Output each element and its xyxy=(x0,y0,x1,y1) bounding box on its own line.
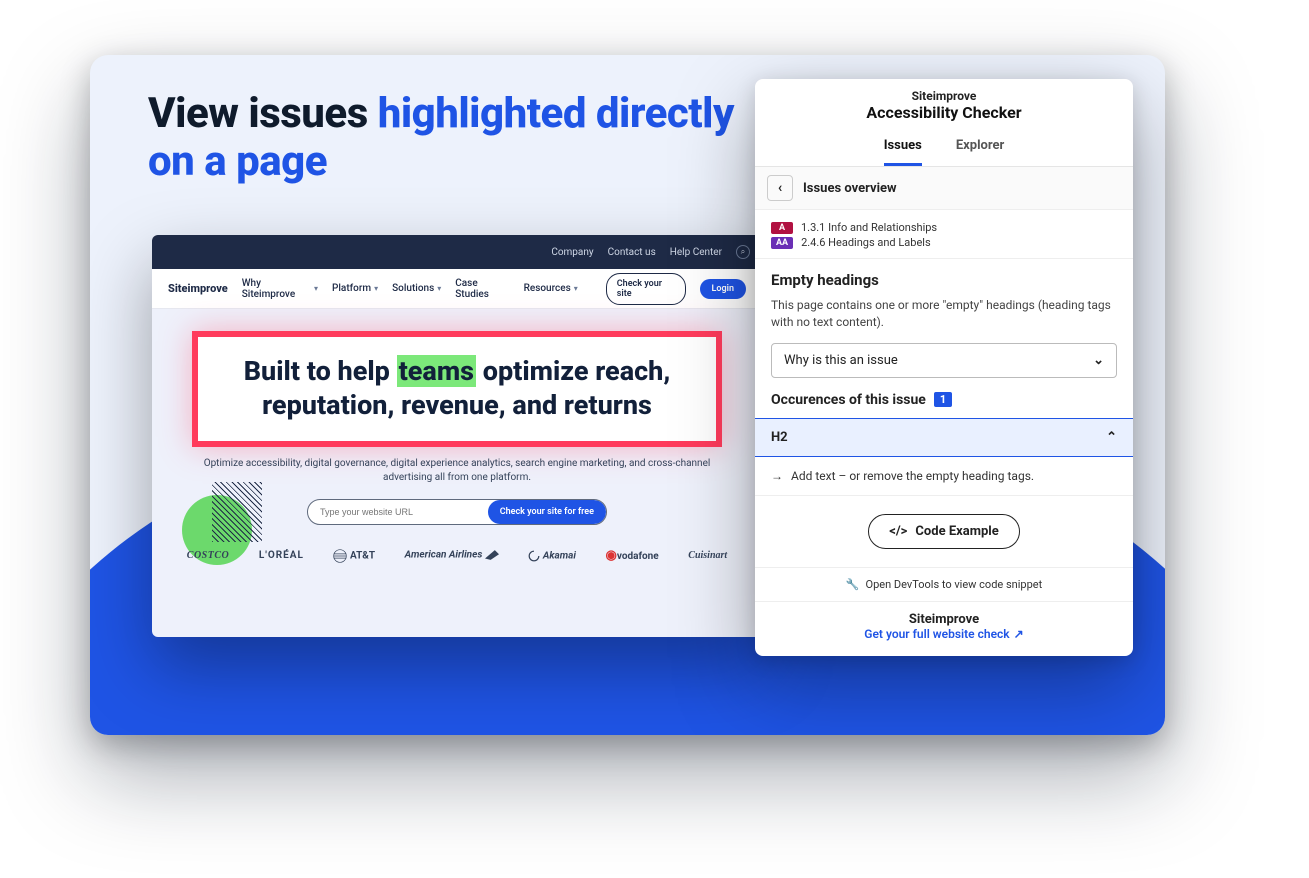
check-site-button[interactable]: Check your site xyxy=(606,273,686,305)
chevron-down-icon: ▾ xyxy=(437,284,441,293)
hero-highlight-box: Built to help teams optimize reach, repu… xyxy=(192,331,722,447)
accessibility-panel: Siteimprove Accessibility Checker Issues… xyxy=(755,79,1133,656)
headline: View issues highlighted directly on a pa… xyxy=(148,90,748,187)
a-badge: A xyxy=(771,222,793,234)
aa-badge: AA xyxy=(771,237,793,249)
why-issue-dropdown[interactable]: Why is this an issue ⌄ xyxy=(771,343,1117,378)
chevron-up-icon: ⌃ xyxy=(1106,430,1117,445)
issue-title: Empty headings xyxy=(755,259,1133,293)
wrench-icon: 🔧 xyxy=(846,578,860,591)
wcag-row-aa[interactable]: AA 2.4.6 Headings and Labels xyxy=(771,235,1117,250)
panel-header: Siteimprove Accessibility Checker xyxy=(755,79,1133,130)
footer-brand: Siteimprove xyxy=(755,612,1133,627)
code-icon: </> xyxy=(889,524,907,539)
check-free-button[interactable]: Check your site for free xyxy=(488,500,606,524)
logo-akamai: Akamai xyxy=(528,550,576,562)
tab-issues[interactable]: Issues xyxy=(884,130,922,166)
overview-row: ‹ Issues overview xyxy=(755,167,1133,210)
code-example-label: Code Example xyxy=(915,524,998,539)
browser-topbar: Company Contact us Help Center ⌕ xyxy=(152,235,762,269)
nav-item-resources[interactable]: Resources▾ xyxy=(524,283,578,294)
feature-card: View issues highlighted directly on a pa… xyxy=(90,55,1165,735)
devtools-text: Open DevTools to view code snippet xyxy=(866,578,1043,591)
panel-brand: Siteimprove xyxy=(755,89,1133,103)
topbar-contact[interactable]: Contact us xyxy=(608,247,656,258)
panel-title: Accessibility Checker xyxy=(755,103,1133,122)
logo-vodafone: ◉vodafone xyxy=(606,549,659,562)
fix-text: Add text – or remove the empty heading t… xyxy=(791,469,1034,483)
element-h2-row[interactable]: H2 ⌃ xyxy=(755,418,1133,457)
login-button[interactable]: Login xyxy=(700,279,746,299)
full-check-link[interactable]: Get your full website check ↗ xyxy=(864,627,1023,641)
url-form: Check your site for free xyxy=(307,499,607,525)
logo-aa: American Airlines xyxy=(405,550,499,561)
wcag-text: 1.3.1 Info and Relationships xyxy=(801,221,937,234)
code-example-button[interactable]: </> Code Example xyxy=(868,514,1020,549)
wcag-list: A 1.3.1 Info and Relationships AA 2.4.6 … xyxy=(755,210,1133,259)
chevron-down-icon: ⌄ xyxy=(1093,353,1104,368)
logo-cuisinart: Cuisinart xyxy=(688,551,727,561)
why-label: Why is this an issue xyxy=(784,353,898,368)
nav-item-why[interactable]: Why Siteimprove▾ xyxy=(242,278,318,300)
nav-item-solutions[interactable]: Solutions▾ xyxy=(392,283,441,294)
headline-part1: View issues xyxy=(148,89,378,138)
chevron-down-icon: ▾ xyxy=(314,284,318,293)
external-link-icon: ↗ xyxy=(1014,627,1024,641)
hero-heading: Built to help teams optimize reach, repu… xyxy=(218,355,696,423)
browser-mock: Company Contact us Help Center ⌕ Siteimp… xyxy=(152,235,762,637)
panel-tabs: Issues Explorer xyxy=(755,130,1133,167)
nav-logo[interactable]: Siteimprove xyxy=(168,282,228,295)
topbar-company[interactable]: Company xyxy=(551,247,593,258)
occurrences-label: Occurences of this issue xyxy=(771,392,926,408)
wcag-row-a[interactable]: A 1.3.1 Info and Relationships xyxy=(771,220,1117,235)
issue-description: This page contains one or more "empty" h… xyxy=(755,293,1133,343)
panel-footer: Siteimprove Get your full website check … xyxy=(755,601,1133,656)
logo-costco: COSTCO xyxy=(187,551,229,561)
devtools-hint: 🔧 Open DevTools to view code snippet xyxy=(755,567,1133,601)
url-input[interactable] xyxy=(308,500,488,524)
nav-item-platform[interactable]: Platform▾ xyxy=(332,283,378,294)
hero-subtext: Optimize accessibility, digital governan… xyxy=(202,457,712,485)
logo-loreal: L'ORÉAL xyxy=(259,551,304,561)
chevron-down-icon: ▾ xyxy=(374,284,378,293)
nav-item-cases[interactable]: Case Studies xyxy=(455,278,509,300)
occurrence-count-badge: 1 xyxy=(934,392,952,407)
arrow-right-icon: → xyxy=(771,469,783,483)
chevron-down-icon: ▾ xyxy=(574,284,578,293)
hero-highlighted-word: teams xyxy=(397,355,476,387)
occurrences-row: Occurences of this issue 1 xyxy=(755,392,1133,418)
browser-nav: Siteimprove Why Siteimprove▾ Platform▾ S… xyxy=(152,269,762,309)
tab-explorer[interactable]: Explorer xyxy=(956,130,1004,166)
topbar-help[interactable]: Help Center xyxy=(670,247,722,258)
wcag-text: 2.4.6 Headings and Labels xyxy=(801,236,931,249)
search-icon[interactable]: ⌕ xyxy=(736,245,750,259)
fix-suggestion-row: → Add text – or remove the empty heading… xyxy=(755,457,1133,496)
client-logo-row: COSTCO L'ORÉAL AT&T American Airlines Ak… xyxy=(152,525,762,563)
overview-label: Issues overview xyxy=(803,181,897,196)
back-button[interactable]: ‹ xyxy=(767,175,793,201)
logo-att: AT&T xyxy=(333,549,375,563)
element-label: H2 xyxy=(771,430,788,445)
chevron-left-icon: ‹ xyxy=(778,180,782,196)
